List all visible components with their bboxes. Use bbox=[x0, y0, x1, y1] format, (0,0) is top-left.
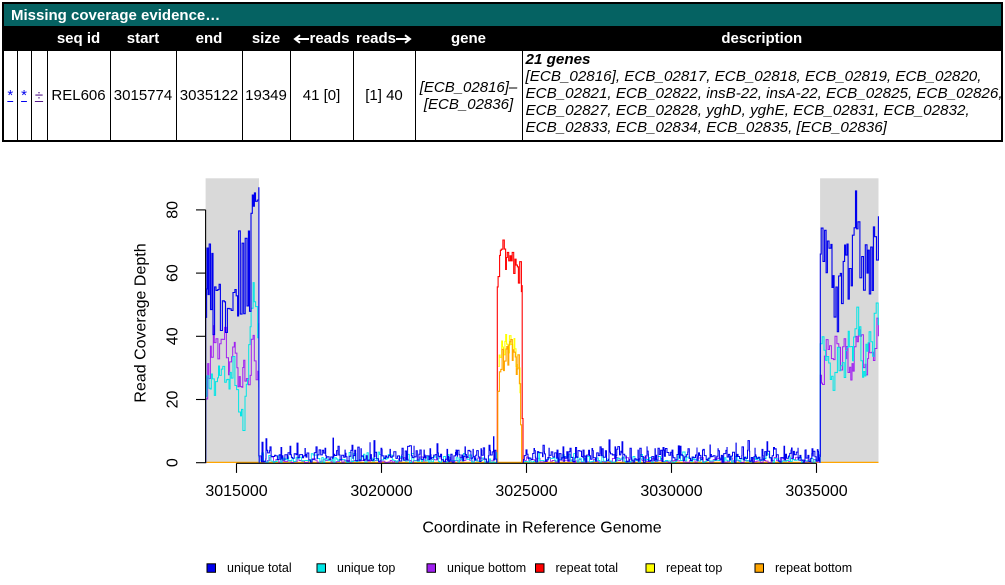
svg-text:3035000: 3035000 bbox=[785, 483, 847, 500]
svg-text:unique total: unique total bbox=[227, 561, 292, 575]
svg-text:Read Coverage Depth: Read Coverage Depth bbox=[133, 243, 150, 402]
svg-text:3020000: 3020000 bbox=[350, 483, 412, 500]
svg-text:20: 20 bbox=[165, 391, 182, 409]
svg-text:repeat bottom: repeat bottom bbox=[775, 561, 852, 575]
svg-text:repeat top: repeat top bbox=[666, 561, 722, 575]
svg-text:80: 80 bbox=[165, 201, 182, 219]
svg-text:Coordinate in Reference Genome: Coordinate in Reference Genome bbox=[422, 520, 661, 537]
svg-text:60: 60 bbox=[165, 264, 182, 282]
svg-text:3025000: 3025000 bbox=[495, 483, 557, 500]
svg-text:unique top: unique top bbox=[337, 561, 395, 575]
svg-text:unique bottom: unique bottom bbox=[447, 561, 526, 575]
svg-text:0: 0 bbox=[165, 458, 182, 467]
svg-text:3015000: 3015000 bbox=[205, 483, 267, 500]
svg-text:repeat total: repeat total bbox=[556, 561, 619, 575]
svg-text:40: 40 bbox=[165, 327, 182, 345]
svg-text:3030000: 3030000 bbox=[640, 483, 702, 500]
